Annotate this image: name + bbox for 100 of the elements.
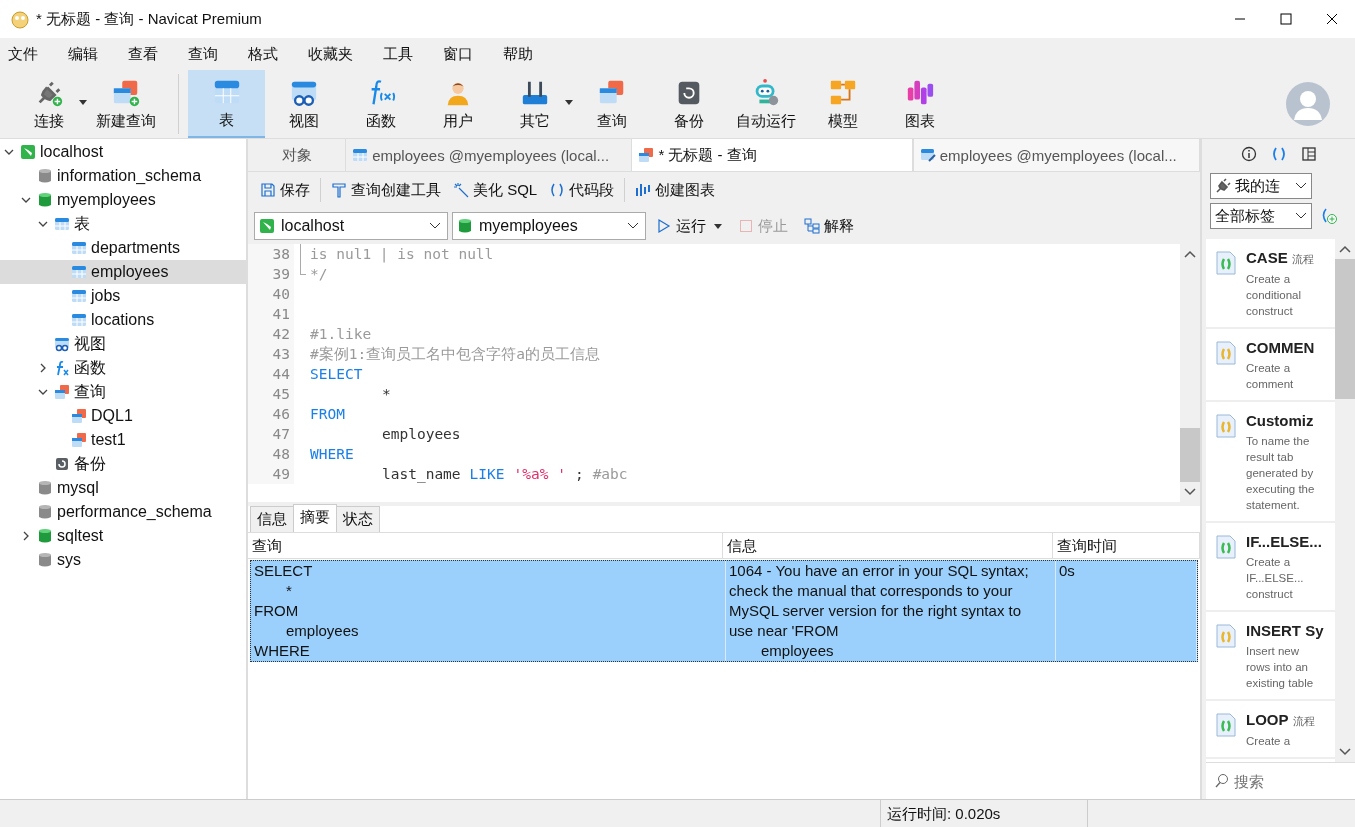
menu-item[interactable]: 查看 bbox=[128, 44, 158, 64]
toolbar-button[interactable]: 表 bbox=[188, 70, 265, 138]
snippet-title: Customiz bbox=[1246, 412, 1314, 429]
toolbar-button[interactable]: 查询 bbox=[573, 70, 650, 138]
result-tab[interactable]: 信息 bbox=[250, 506, 294, 532]
editor-toolbar-button[interactable]: 代码段 bbox=[543, 180, 621, 200]
chevron-down-icon[interactable] bbox=[1295, 182, 1307, 190]
toolbar-button[interactable]: 视图 bbox=[265, 70, 342, 138]
toolbar-button[interactable]: 备份 bbox=[650, 70, 727, 138]
chevron-down-icon[interactable] bbox=[38, 387, 48, 397]
scroll-up-icon[interactable] bbox=[1339, 245, 1351, 253]
database-select[interactable]: myemployees bbox=[452, 212, 646, 240]
cell-text: SELECT bbox=[254, 561, 314, 581]
add-snippet-icon[interactable] bbox=[1320, 207, 1338, 225]
editor-toolbar-button[interactable]: 查询创建工具 bbox=[325, 180, 447, 200]
editor-toolbar-button[interactable]: 保存 bbox=[254, 180, 316, 200]
connection-select[interactable]: localhost bbox=[254, 212, 448, 240]
tree-item[interactable]: employees bbox=[0, 260, 246, 284]
result-tab[interactable]: 状态 bbox=[336, 506, 380, 532]
tab[interactable]: 对象 bbox=[248, 139, 347, 171]
chevron-down-icon[interactable] bbox=[429, 222, 441, 230]
scroll-up-icon[interactable] bbox=[1184, 250, 1196, 258]
column-header[interactable]: 查询 bbox=[248, 533, 723, 559]
menu-item[interactable]: 工具 bbox=[383, 44, 413, 64]
dropdown-caret-icon[interactable] bbox=[714, 223, 722, 229]
table-icon bbox=[71, 312, 87, 328]
toolbar-button[interactable]: 函数 bbox=[342, 70, 419, 138]
tree-item[interactable]: locations bbox=[0, 308, 246, 332]
menu-item[interactable]: 文件 bbox=[8, 44, 38, 64]
line-number: 43 bbox=[248, 344, 294, 364]
scrollbar-thumb[interactable] bbox=[1335, 259, 1355, 399]
function-icon bbox=[54, 360, 70, 376]
snippet-file-icon bbox=[1216, 414, 1236, 438]
tab[interactable]: * 无标题 - 查询 bbox=[632, 139, 913, 171]
menu-item[interactable]: 编辑 bbox=[68, 44, 98, 64]
columns-icon[interactable] bbox=[1300, 146, 1317, 162]
tree-item[interactable]: DQL1 bbox=[0, 404, 246, 428]
table-icon bbox=[54, 216, 70, 232]
toolbar-button[interactable]: 图表 bbox=[881, 70, 958, 138]
toolbar-button[interactable]: 用户 bbox=[419, 70, 496, 138]
result-row[interactable]: SELECT * FROM employees WHERE 1064 - You have an error in your SQL syntax; check the manual that corresponds to your MySQL server version for the right syntax to use near 'FROM employees 0s bbox=[250, 560, 1198, 662]
tree-item[interactable]: departments bbox=[0, 236, 246, 260]
line-number: 44 bbox=[248, 364, 294, 384]
chevron-right-icon[interactable] bbox=[38, 363, 48, 373]
run-button[interactable]: 运行 bbox=[650, 216, 728, 236]
tree-item[interactable]: test1 bbox=[0, 428, 246, 452]
tree-item[interactable]: 备份 bbox=[0, 452, 246, 476]
connection-select[interactable]: 我的连 bbox=[1210, 173, 1312, 199]
explain-button[interactable]: 解释 bbox=[798, 216, 860, 236]
menu-item[interactable]: 帮助 bbox=[503, 44, 533, 64]
tree-item[interactable]: 查询 bbox=[0, 380, 246, 404]
chevron-down-icon[interactable] bbox=[4, 147, 14, 157]
scroll-down-icon[interactable] bbox=[1184, 488, 1196, 496]
menu-item[interactable]: 收藏夹 bbox=[308, 44, 353, 64]
tree-item[interactable]: localhost bbox=[0, 140, 246, 164]
tree-item[interactable]: performance_schema bbox=[0, 500, 246, 524]
menu-item[interactable]: 格式 bbox=[248, 44, 278, 64]
tree-item[interactable]: 视图 bbox=[0, 332, 246, 356]
toolbar-button[interactable]: 模型 bbox=[804, 70, 881, 138]
search-input[interactable]: 搜索 bbox=[1232, 771, 1336, 791]
tree-item[interactable]: sqltest bbox=[0, 524, 246, 548]
toolbar-button[interactable]: 新建查询 bbox=[87, 70, 164, 138]
tree-item[interactable]: information_schema bbox=[0, 164, 246, 188]
chevron-right-icon[interactable] bbox=[21, 531, 31, 541]
chevron-down-icon[interactable] bbox=[21, 195, 31, 205]
editor-toolbar-button[interactable]: 美化 SQL bbox=[447, 180, 544, 200]
tree-item[interactable]: myemployees bbox=[0, 188, 246, 212]
backup-icon bbox=[54, 456, 70, 472]
save-icon bbox=[260, 182, 276, 198]
menu-item[interactable]: 查询 bbox=[188, 44, 218, 64]
column-header[interactable]: 查询时间 bbox=[1053, 533, 1200, 559]
menu-item[interactable]: 窗口 bbox=[443, 44, 473, 64]
editor-toolbar-button[interactable]: 创建图表 bbox=[629, 180, 722, 200]
line-number: 42 bbox=[248, 324, 294, 344]
snippet-description: Create a IF...ELSE... construct bbox=[1246, 555, 1305, 602]
tree-item[interactable]: jobs bbox=[0, 284, 246, 308]
table-edit-icon bbox=[919, 147, 936, 163]
scroll-down-icon[interactable] bbox=[1339, 748, 1351, 756]
tree-item[interactable]: mysql bbox=[0, 476, 246, 500]
chevron-down-icon[interactable] bbox=[38, 219, 48, 229]
search-field[interactable]: 搜索 bbox=[1206, 762, 1355, 799]
scrollbar-thumb[interactable] bbox=[1180, 428, 1200, 482]
dropdown-caret-icon[interactable] bbox=[79, 100, 87, 105]
info-icon[interactable] bbox=[1240, 146, 1257, 162]
tag-select[interactable]: 全部标签 bbox=[1210, 203, 1312, 229]
cell-text: MySQL server version for the right syntax to bbox=[729, 601, 1023, 621]
column-header[interactable]: 信息 bbox=[723, 533, 1053, 559]
chevron-down-icon[interactable] bbox=[627, 222, 639, 230]
tab[interactable]: employees @myemployees (local... bbox=[912, 139, 1200, 171]
toolbar-button[interactable]: 自动运行 bbox=[727, 70, 804, 138]
dropdown-caret-icon[interactable] bbox=[565, 100, 573, 105]
braces-icon[interactable] bbox=[1270, 146, 1287, 162]
tree-item[interactable]: sys bbox=[0, 548, 246, 572]
tree-item[interactable]: 表 bbox=[0, 212, 246, 236]
toolbar-button[interactable]: 其它 bbox=[496, 70, 573, 138]
table-icon bbox=[71, 288, 87, 304]
chevron-down-icon[interactable] bbox=[1295, 212, 1307, 220]
tree-item[interactable]: 函数 bbox=[0, 356, 246, 380]
toolbar-button[interactable]: 连接 bbox=[10, 70, 87, 138]
cell-text: employees bbox=[760, 641, 835, 661]
